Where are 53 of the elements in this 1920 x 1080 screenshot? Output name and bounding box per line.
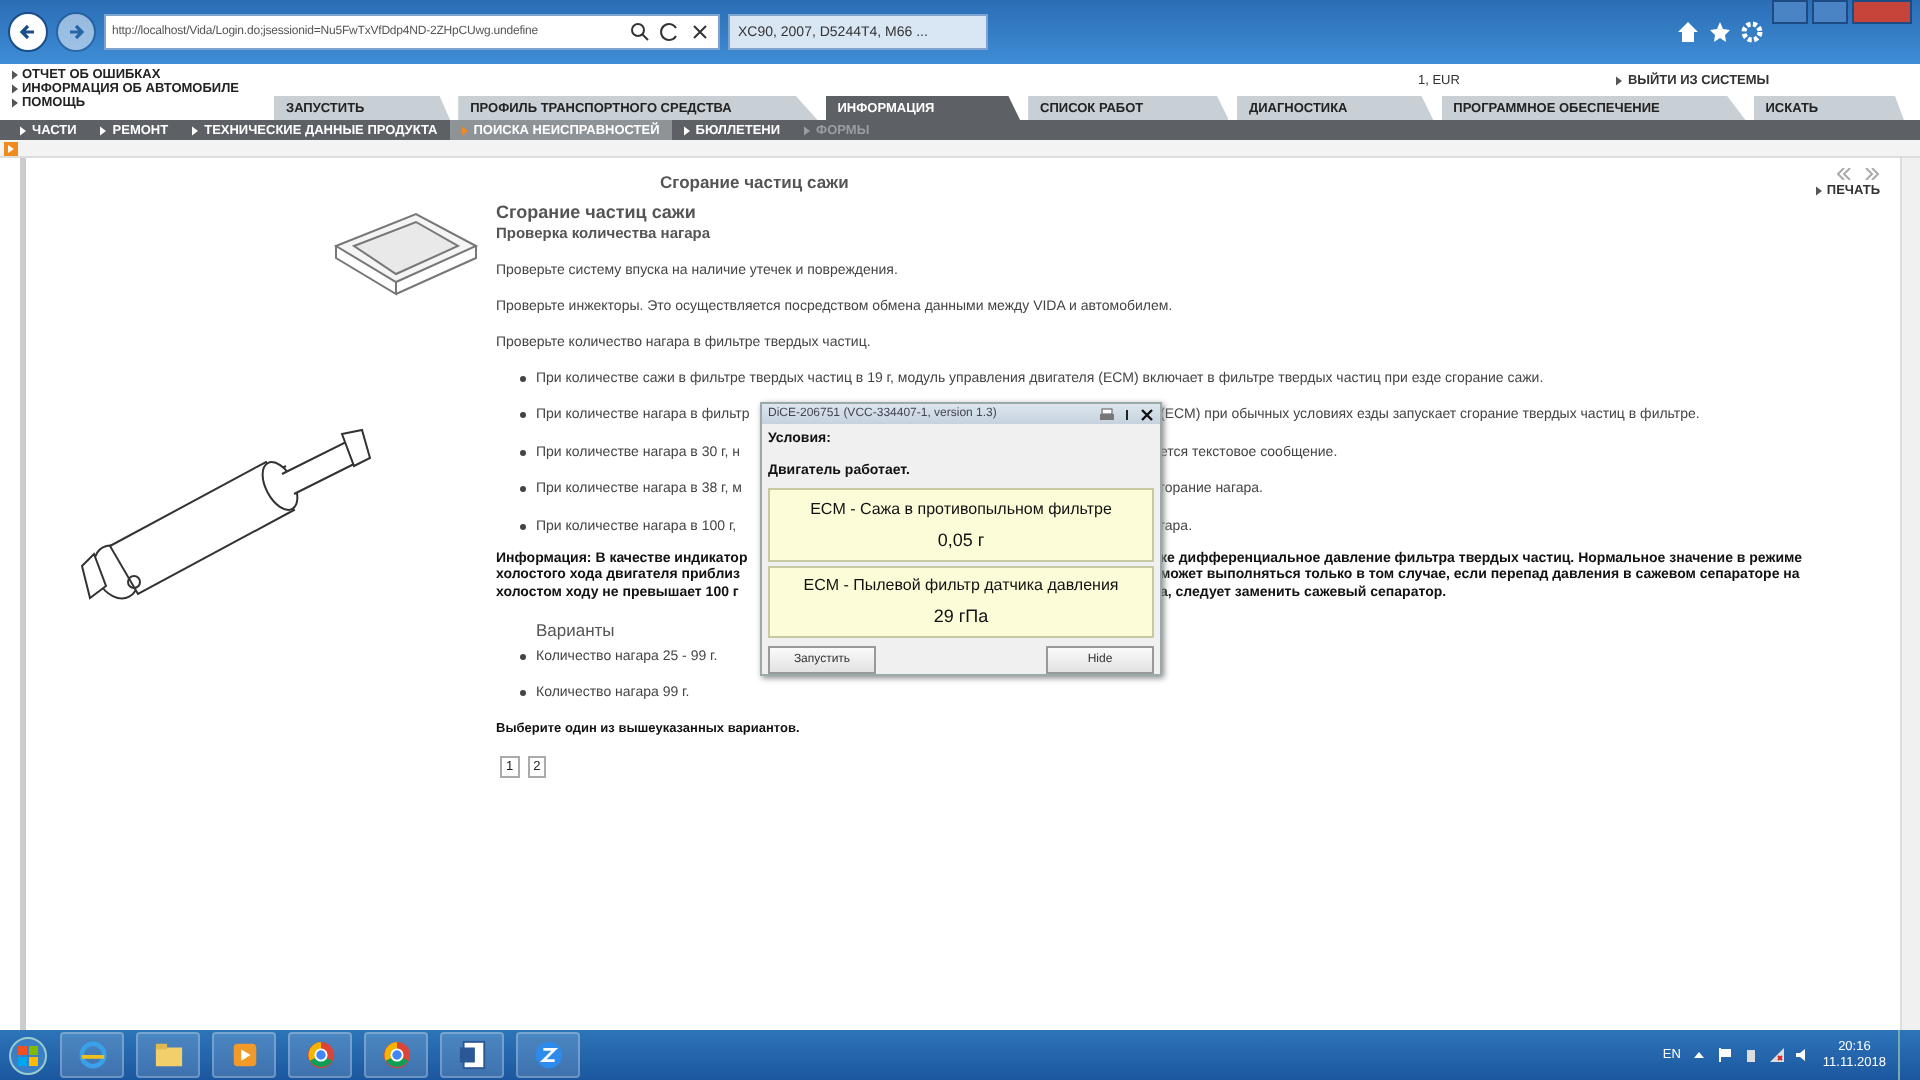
arrow-icon [1615, 75, 1622, 85]
battery-icon[interactable] [1744, 1048, 1759, 1062]
arrow-icon [100, 125, 107, 135]
back-arrow-icon [18, 22, 38, 42]
search-icon[interactable] [628, 20, 652, 44]
forward-arrow-icon [66, 22, 86, 42]
app-icon[interactable] [516, 1032, 580, 1078]
expand-icon[interactable] [4, 141, 18, 155]
browser-icon[interactable] [60, 1032, 124, 1078]
document-icon[interactable] [440, 1032, 504, 1078]
arrow-icon [804, 125, 811, 135]
volume-icon[interactable] [1796, 1048, 1811, 1062]
caret-icon[interactable] [1692, 1048, 1707, 1062]
chrome-icon[interactable] [288, 1032, 352, 1078]
close-icon[interactable] [1140, 407, 1154, 422]
arrow-icon [20, 125, 26, 135]
bullet-icon [520, 375, 526, 381]
arrow-icon [683, 125, 690, 135]
reading-name: ECM - Пылевой фильтр датчика давления [803, 576, 1119, 595]
bullet-icon [520, 449, 526, 455]
close-icon[interactable] [688, 20, 712, 44]
arrow-icon [192, 125, 199, 135]
back-button[interactable] [8, 12, 48, 52]
bullet-icon [520, 523, 526, 529]
chrome-icon[interactable] [364, 1032, 428, 1078]
bullet-icon [520, 653, 526, 659]
refresh-icon[interactable] [658, 20, 682, 44]
previous-icon[interactable] [1836, 168, 1852, 180]
section-title: Сгорание частиц сажи [496, 202, 698, 222]
arrow-icon [1816, 186, 1823, 196]
reading-value: 0,05 г [937, 530, 985, 551]
forward-button[interactable] [56, 12, 96, 52]
variants-heading: Варианты [536, 620, 617, 640]
printer-icon[interactable] [1100, 407, 1114, 422]
folder-icon[interactable] [136, 1032, 200, 1078]
reading-name: ECM - Сажа в противопыльном фильтре [810, 500, 1112, 519]
page-heading: Сгорание частиц сажи [660, 170, 851, 192]
bullet-icon [520, 412, 526, 418]
media-player-icon[interactable] [212, 1032, 276, 1078]
next-icon[interactable] [1864, 168, 1880, 180]
reading-value: 29 гПа [933, 606, 989, 627]
arrow-icon [461, 125, 468, 135]
network-icon[interactable] [1770, 1048, 1785, 1062]
home-icon[interactable] [1676, 20, 1700, 44]
bullet-icon [520, 690, 526, 696]
maximize-button[interactable] [1812, 0, 1848, 24]
settings-icon[interactable] [1740, 20, 1764, 44]
start-button[interactable] [8, 1035, 48, 1075]
bullet-icon [520, 486, 526, 492]
star-icon[interactable] [1708, 20, 1732, 44]
flag-icon[interactable] [1718, 1048, 1733, 1062]
scrollbar[interactable] [1900, 158, 1920, 1032]
minimize-button[interactable] [1772, 0, 1808, 24]
